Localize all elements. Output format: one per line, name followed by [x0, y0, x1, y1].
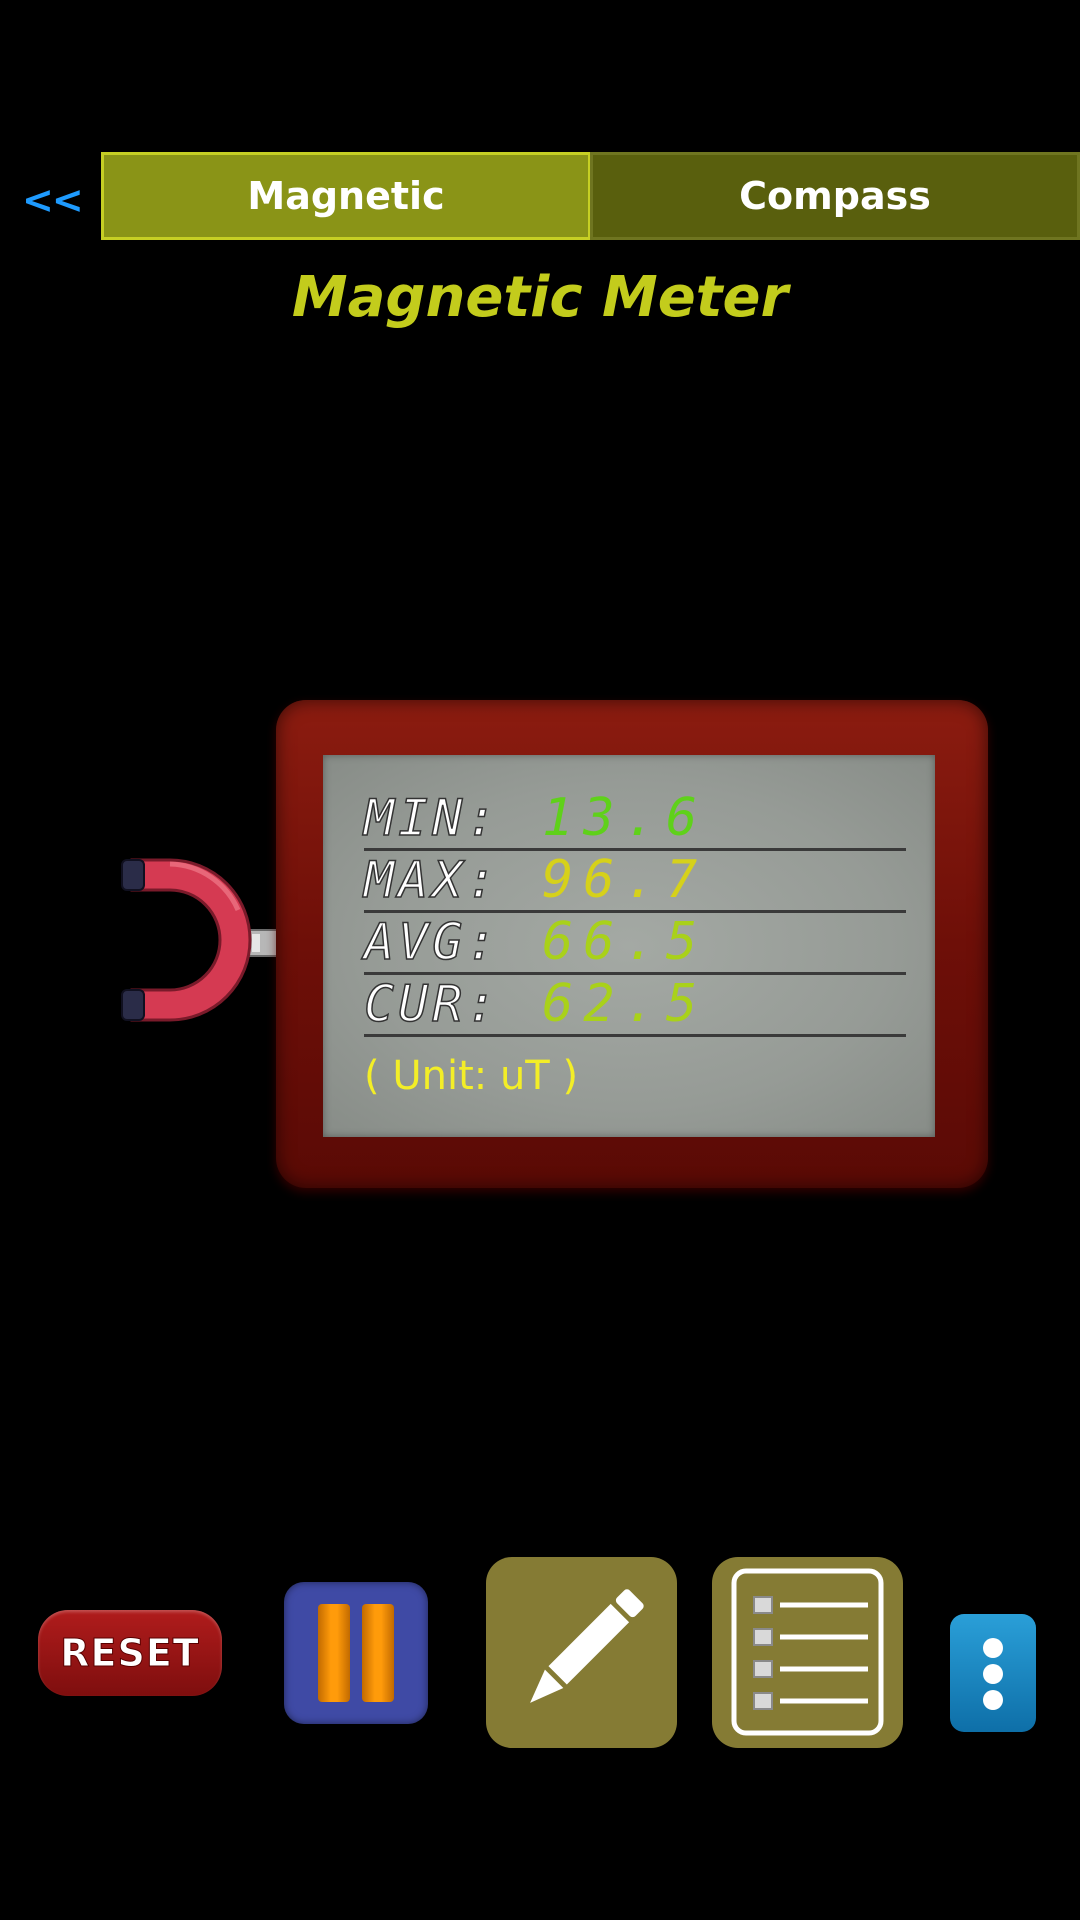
avg-value: 66.5	[542, 912, 708, 972]
tab-compass-label: Compass	[739, 174, 931, 218]
cur-label: CUR:	[363, 975, 501, 1033]
pause-button[interactable]	[284, 1582, 428, 1724]
back-button[interactable]: <<	[22, 172, 84, 228]
tab-magnetic[interactable]: Magnetic	[101, 152, 591, 240]
min-value: 13.6	[542, 788, 708, 848]
max-value: 96.7	[542, 850, 708, 910]
tab-compass[interactable]: Compass	[590, 152, 1080, 240]
reading-row-max: MAX: 96.7	[363, 848, 906, 913]
unit-label: ( Unit: uT )	[364, 1053, 579, 1099]
pencil-icon	[530, 1589, 644, 1703]
reading-row-min: MIN: 13.6	[363, 786, 906, 851]
cur-value: 62.5	[542, 974, 708, 1034]
avg-label: AVG:	[363, 913, 501, 971]
reading-row-cur: CUR: 62.5	[363, 972, 906, 1037]
list-icon	[731, 1568, 884, 1736]
more-options-button[interactable]	[950, 1614, 1036, 1732]
edit-button[interactable]	[486, 1557, 677, 1748]
reset-button[interactable]: RESET	[38, 1610, 222, 1696]
reset-button-label: RESET	[60, 1631, 200, 1676]
min-label: MIN:	[363, 789, 501, 847]
max-label: MAX:	[363, 851, 501, 909]
tab-magnetic-label: Magnetic	[247, 174, 445, 218]
magnet-icon	[110, 850, 281, 1030]
page-title: Magnetic Meter	[291, 265, 789, 330]
reading-row-avg: AVG: 66.5	[363, 910, 906, 975]
list-button[interactable]	[712, 1557, 903, 1748]
